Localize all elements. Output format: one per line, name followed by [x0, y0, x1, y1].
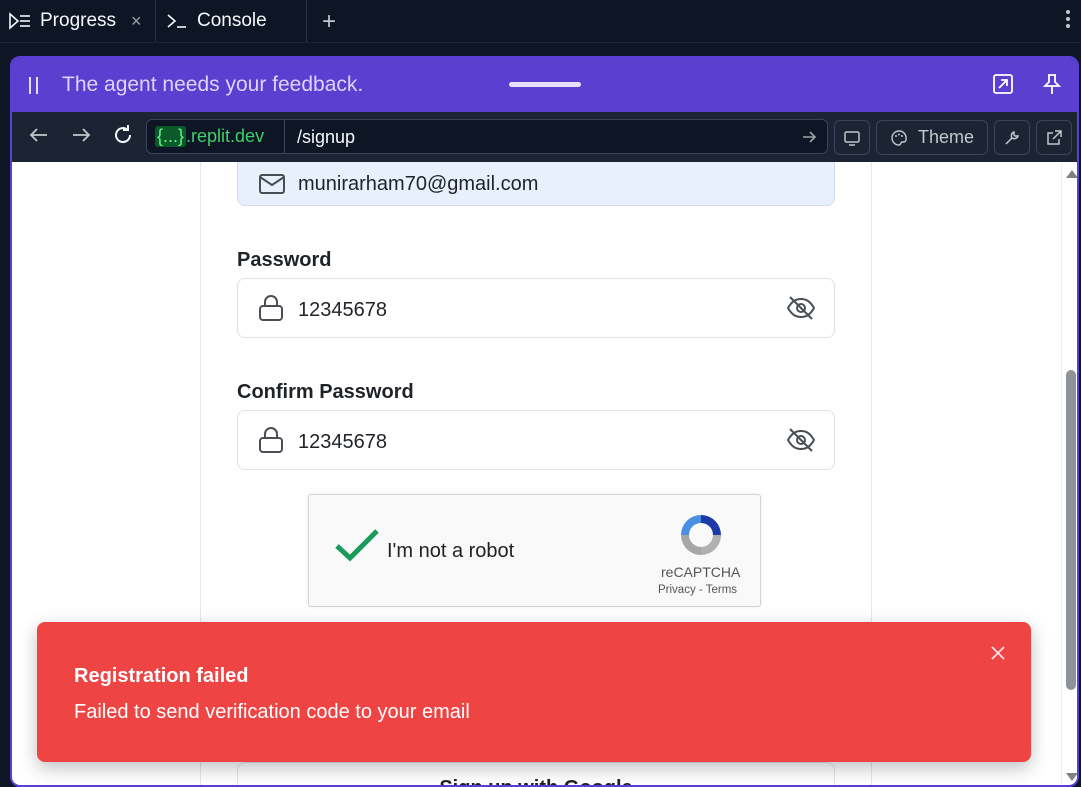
more-options-icon[interactable] [1066, 10, 1072, 31]
toast-message: Failed to send verification code to your… [74, 701, 470, 723]
reload-icon[interactable] [112, 124, 134, 146]
expand-icon[interactable] [992, 73, 1014, 95]
confirm-password-label: Confirm Password [237, 381, 414, 403]
confirm-password-field[interactable]: 12345678 [237, 410, 835, 470]
eye-off-icon[interactable] [786, 427, 816, 453]
url-host: {...} .replit.dev [147, 120, 285, 153]
tab-close-icon[interactable]: × [131, 11, 142, 32]
password-field[interactable]: 12345678 [237, 278, 835, 338]
google-signup-button[interactable]: Sign up with Google [237, 762, 835, 785]
browser-url-bar: {...} .replit.dev /signup Theme [12, 112, 1077, 162]
feedback-message: The agent needs your feedback. [62, 73, 364, 96]
external-link-icon [1047, 129, 1062, 145]
password-label: Password [237, 249, 332, 271]
console-icon [167, 14, 186, 28]
error-toast: Registration failed Failed to send verif… [37, 622, 1031, 762]
google-signup-label: Sign up with Google [439, 777, 632, 785]
drag-handle[interactable] [509, 82, 581, 87]
palette-icon [891, 129, 907, 146]
theme-label: Theme [917, 127, 975, 147]
scroll-down-arrow-icon[interactable] [1066, 773, 1077, 781]
close-icon[interactable] [989, 644, 1007, 662]
lock-icon [259, 295, 283, 321]
page-scrollbar[interactable] [1061, 162, 1077, 785]
checkmark-icon[interactable] [334, 527, 380, 563]
recaptcha-brand: reCAPTCHA [661, 564, 741, 580]
feedback-banner: The agent needs your feedback. [12, 58, 1077, 112]
go-arrow-icon[interactable] [801, 128, 817, 146]
wrench-icon [1005, 130, 1020, 145]
device-preview-button[interactable] [834, 120, 870, 155]
scroll-thumb[interactable] [1066, 370, 1076, 690]
url-host-braces: {...} [155, 126, 187, 147]
open-new-window-button[interactable] [1036, 120, 1072, 155]
confirm-password-value: 12345678 [298, 431, 387, 453]
tab-console[interactable]: Console [157, 0, 307, 42]
lock-icon [259, 427, 283, 453]
add-tab-button[interactable]: + [322, 8, 336, 36]
url-path: /signup [297, 127, 356, 147]
scroll-up-arrow-icon[interactable] [1066, 170, 1077, 178]
toast-title: Registration failed [74, 665, 249, 687]
email-value: munirarham70@gmail.com [298, 173, 539, 195]
url-host-domain: .replit.dev [186, 126, 265, 146]
progress-icon [9, 12, 30, 30]
devtools-button[interactable] [994, 120, 1030, 155]
back-arrow-icon[interactable] [28, 124, 50, 146]
theme-button[interactable]: Theme [876, 120, 988, 155]
pin-icon[interactable] [1042, 73, 1062, 95]
email-field[interactable]: munirarham70@gmail.com [237, 162, 835, 206]
url-input[interactable]: {...} .replit.dev /signup [146, 119, 828, 154]
tab-progress-label: Progress [40, 10, 117, 31]
eye-off-icon[interactable] [786, 295, 816, 321]
forward-arrow-icon[interactable] [70, 124, 92, 146]
password-value: 12345678 [298, 299, 387, 321]
recaptcha-logo-icon [681, 515, 721, 555]
workspace-tab-bar: Progress × Console + [0, 0, 1081, 43]
tab-progress[interactable]: Progress × [0, 0, 156, 42]
monitor-icon [844, 130, 860, 146]
pause-icon[interactable] [29, 76, 38, 94]
tab-console-label: Console [197, 10, 267, 31]
recaptcha-privacy-terms[interactable]: Privacy - Terms [658, 584, 737, 596]
recaptcha-widget[interactable]: I'm not a robot reCAPTCHA Privacy - Term… [308, 494, 761, 607]
recaptcha-label: I'm not a robot [387, 540, 515, 562]
mail-icon [259, 174, 285, 194]
